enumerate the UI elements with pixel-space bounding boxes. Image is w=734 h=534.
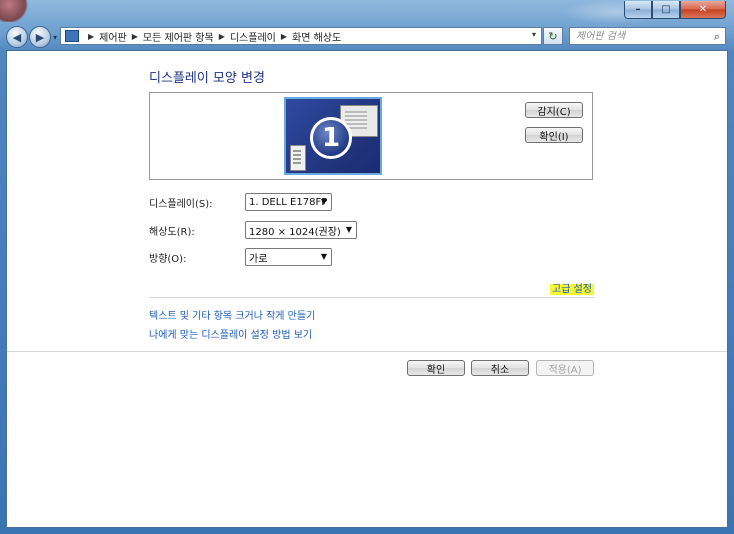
monitor-number-badge: 1	[310, 117, 352, 159]
display-help-link[interactable]: 나에게 맞는 디스플레이 설정 방법 보기	[149, 326, 312, 341]
window-corner-decoration	[0, 0, 30, 22]
window-frame: – □ ✕ ◀ ▶ ▾ ▶ 제어판 ▶ 모든 제어판 항목 ▶ 디스플레이 ▶ …	[0, 0, 734, 534]
caption-buttons: – □ ✕	[624, 1, 726, 19]
display-select-value: 1. DELL E178FP	[249, 196, 328, 208]
breadcrumb-separator-icon[interactable]: ▶	[132, 32, 138, 41]
back-button[interactable]: ◀	[6, 26, 28, 48]
breadcrumb-screen-resolution[interactable]: 화면 해상도	[292, 29, 341, 44]
chevron-down-icon: ▼	[320, 197, 327, 206]
detect-button[interactable]: 감지(C)	[525, 102, 583, 118]
apply-button[interactable]: 적용(A)	[536, 360, 594, 376]
search-input[interactable]	[576, 30, 704, 42]
address-bar[interactable]: ▶ 제어판 ▶ 모든 제어판 항목 ▶ 디스플레이 ▶ 화면 해상도 ▾	[60, 27, 542, 45]
display-label: 디스플레이(S):	[149, 198, 213, 210]
display-row: 디스플레이(S): 1. DELL E178FP ▼	[149, 193, 332, 211]
back-arrow-icon: ◀	[12, 30, 22, 44]
refresh-icon: ↻	[548, 29, 558, 43]
breadcrumb-display[interactable]: 디스플레이	[230, 29, 276, 44]
resolution-select-value: 1280 × 1024(권장)	[249, 226, 341, 238]
breadcrumb-control-panel[interactable]: 제어판	[99, 29, 127, 44]
breadcrumb-separator-icon[interactable]: ▶	[281, 32, 287, 41]
orientation-select[interactable]: 가로 ▼	[245, 248, 332, 266]
preview-sidebar-icon	[290, 145, 306, 171]
page-title: 디스플레이 모양 변경	[149, 71, 265, 86]
resolution-label: 해상도(R):	[149, 226, 195, 238]
display-select[interactable]: 1. DELL E178FP ▼	[245, 193, 332, 211]
forward-arrow-icon: ▶	[35, 30, 45, 44]
cancel-button[interactable]: 취소	[471, 360, 529, 376]
ok-button[interactable]: 확인	[407, 360, 465, 376]
resolution-row: 해상도(R): 1280 × 1024(권장) ▼	[149, 221, 357, 239]
section-divider	[149, 297, 595, 298]
text-size-link[interactable]: 텍스트 및 기타 항목 크거나 작게 만들기	[149, 307, 315, 322]
minimize-button[interactable]: –	[624, 1, 652, 19]
monitor-1-thumbnail[interactable]: 1	[284, 97, 382, 175]
chevron-down-icon: ▼	[320, 252, 327, 261]
content-pane: 디스플레이 모양 변경 1 감지(C) 확인(I) 디스플레이(S): 1. D…	[6, 50, 728, 528]
advanced-settings-highlight: 고급 설정	[550, 284, 594, 295]
chevron-down-icon: ▼	[345, 225, 352, 234]
close-button[interactable]: ✕	[680, 1, 726, 19]
identify-button[interactable]: 확인(I)	[525, 127, 583, 143]
orientation-row: 방향(O): 가로 ▼	[149, 248, 332, 266]
address-dropdown-icon[interactable]: ▾	[532, 30, 536, 39]
navigation-buttons: ◀ ▶ ▾	[6, 26, 57, 48]
footer-divider	[7, 351, 727, 352]
breadcrumb-separator-icon[interactable]: ▶	[219, 32, 225, 41]
display-preview-panel: 1 감지(C) 확인(I)	[149, 92, 593, 180]
control-panel-icon	[65, 30, 79, 42]
orientation-label: 방향(O):	[149, 253, 187, 265]
maximize-button[interactable]: □	[652, 1, 680, 19]
breadcrumb-all-items[interactable]: 모든 제어판 항목	[143, 29, 214, 44]
advanced-settings-link[interactable]: 고급 설정	[550, 280, 594, 295]
forward-button[interactable]: ▶	[29, 26, 51, 48]
recent-pages-dropdown[interactable]: ▾	[53, 33, 57, 42]
breadcrumb-separator-icon[interactable]: ▶	[88, 32, 94, 41]
search-box[interactable]: ⌕	[569, 27, 726, 45]
refresh-button[interactable]: ↻	[543, 27, 563, 45]
orientation-select-value: 가로	[249, 253, 268, 265]
resolution-select[interactable]: 1280 × 1024(권장) ▼	[245, 221, 357, 239]
search-icon[interactable]: ⌕	[714, 30, 720, 44]
